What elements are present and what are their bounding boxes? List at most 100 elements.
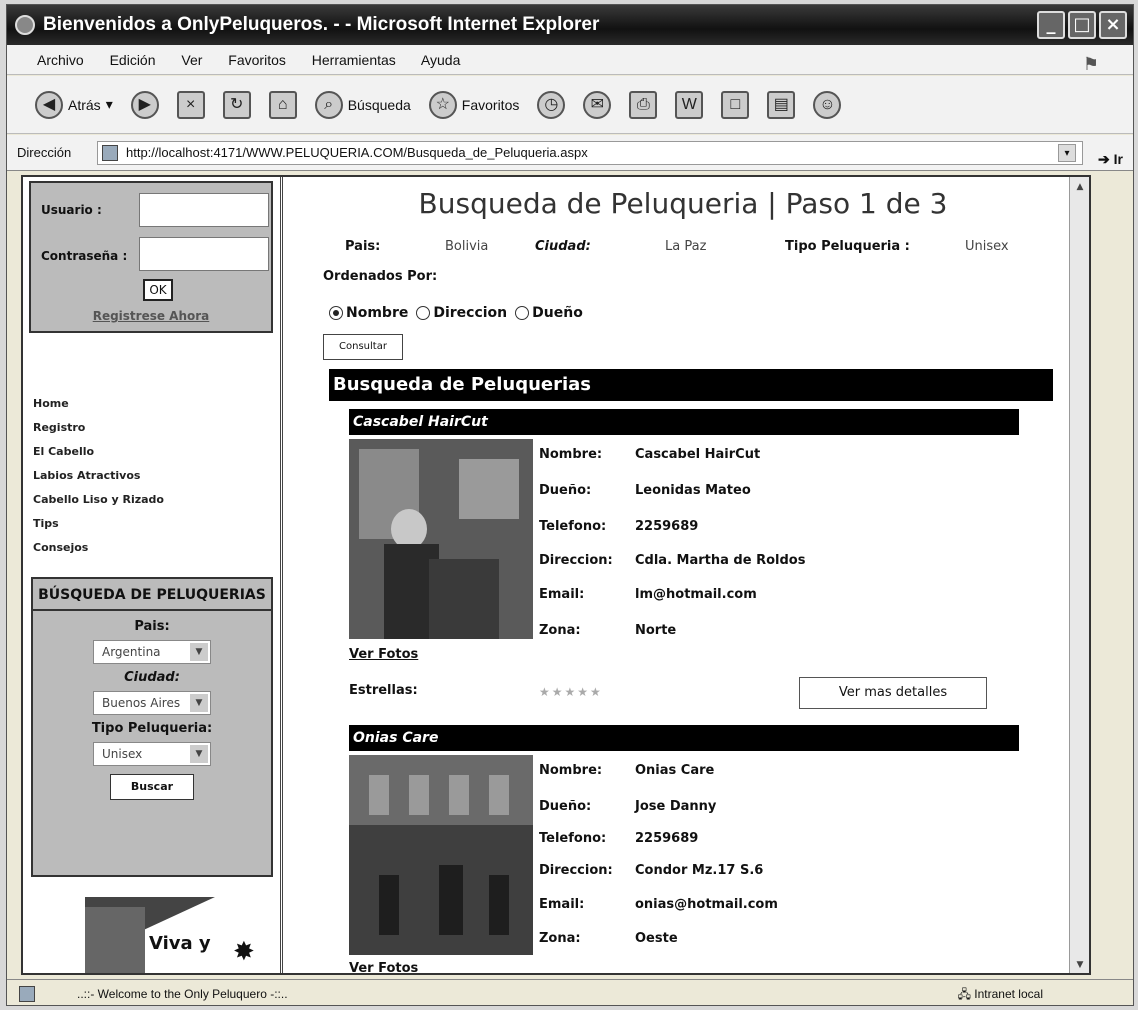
forward-button[interactable]: ▶ (130, 90, 159, 119)
stop-icon: × (176, 90, 205, 119)
nav-tips[interactable]: Tips (33, 512, 164, 536)
minimize-button[interactable]: _ (1037, 11, 1065, 39)
windows-flag-icon: ⚑ (1082, 54, 1099, 74)
nav-cabello-liso[interactable]: Cabello Liso y Rizado (33, 488, 164, 512)
menu-archivo[interactable]: Archivo (37, 52, 84, 68)
ver-mas-detalles-button[interactable]: Ver mas detalles (799, 677, 987, 709)
main-column: Busqueda de Peluqueria | Paso 1 de 3 Pai… (293, 177, 1073, 973)
forward-arrow-icon: ▶ (130, 90, 159, 119)
print-icon: ⎙ (629, 90, 658, 119)
sunburst-icon: ✸ (233, 937, 255, 967)
buscar-button[interactable]: Buscar (110, 774, 194, 800)
stars-label: Estrellas: (349, 683, 418, 698)
home-button[interactable]: ⌂ (268, 90, 297, 119)
address-dropdown[interactable]: ▾ (1058, 144, 1076, 162)
title-bar: Bienvenidos a OnlyPeluqueros. - - Micros… (7, 5, 1133, 45)
page-icon (19, 986, 35, 1002)
nav-consejos[interactable]: Consejos (33, 536, 164, 560)
side-nav: Home Registro El Cabello Labios Atractiv… (33, 392, 164, 560)
menu-edicion[interactable]: Edición (110, 52, 156, 68)
salon-email: onias@hotmail.com (635, 897, 778, 912)
messenger-button[interactable]: ☺ (813, 90, 842, 119)
salon-address: Condor Mz.17 S.6 (635, 863, 764, 878)
menu-favoritos[interactable]: Favoritos (228, 52, 286, 68)
salon-zone: Norte (635, 623, 677, 638)
radio-dueno[interactable]: Dueño (515, 305, 583, 321)
nav-home[interactable]: Home (33, 392, 164, 416)
order-label: Ordenados Por: (323, 269, 438, 284)
ad-banner[interactable]: Viva y ✸ (85, 897, 265, 973)
salon-photo (349, 439, 533, 639)
salon-phone: 2259689 (635, 831, 699, 846)
tipo-select[interactable]: Unisex ▼ (93, 742, 211, 766)
register-link[interactable]: Registrese Ahora (31, 309, 271, 323)
nav-el-cabello[interactable]: El Cabello (33, 440, 164, 464)
ver-fotos-link[interactable]: Ver Fotos (349, 647, 418, 662)
scroll-down-icon[interactable]: ▼ (1072, 957, 1088, 973)
result-title: Onias Care (349, 725, 1019, 751)
user-input[interactable] (139, 193, 269, 227)
chevron-down-icon: ▼ (190, 745, 208, 763)
go-button[interactable]: ➔ Ir (1098, 141, 1123, 177)
close-button[interactable]: × (1099, 11, 1127, 39)
ciudad-summary-label: Ciudad: (535, 239, 591, 254)
vertical-scrollbar[interactable]: ▲ ▼ (1069, 177, 1089, 973)
favorites-button[interactable]: ☆ Favoritos (428, 90, 519, 119)
pais-label: Pais: (134, 619, 170, 634)
history-icon: ◷ (537, 90, 566, 119)
pais-select[interactable]: Argentina ▼ (93, 640, 211, 664)
page-icon (102, 145, 118, 161)
search-button[interactable]: ⌕ Búsqueda (314, 90, 411, 119)
salon-phone: 2259689 (635, 519, 699, 534)
salon-photo (349, 755, 533, 955)
ok-button[interactable]: OK (143, 279, 173, 301)
print-button[interactable]: ⎙ (629, 90, 658, 119)
result-title: Cascabel HairCut (349, 409, 1019, 435)
menu-herramientas[interactable]: Herramientas (312, 52, 396, 68)
address-bar: Dirección http://localhost:4171/WWW.PELU… (7, 135, 1133, 171)
salon-address: Cdla. Martha de Roldos (635, 553, 806, 568)
star-icon: ☆ (428, 90, 457, 119)
chevron-down-icon: ▼ (190, 694, 208, 712)
page-content: Usuario : Contraseña : OK Registrese Aho… (21, 175, 1091, 975)
ver-fotos-link[interactable]: Ver Fotos (349, 961, 418, 973)
status-bar: ..::- Welcome to the Only Peluquero -::.… (7, 979, 1133, 1005)
history-button[interactable]: ◷ (537, 90, 566, 119)
research-icon: ▤ (767, 90, 796, 119)
security-zone: 🖧 Intranet local (957, 987, 1043, 1001)
tipo-summary-value: Unisex (965, 239, 1009, 254)
salon-email: lm@hotmail.com (635, 587, 757, 602)
star-rating[interactable]: ★★★★★ (539, 685, 603, 699)
consultar-button[interactable]: Consultar (323, 334, 403, 360)
stop-button[interactable]: × (176, 90, 205, 119)
radio-nombre[interactable]: Nombre (329, 305, 408, 321)
maximize-button[interactable]: □ (1068, 11, 1096, 39)
home-icon: ⌂ (268, 90, 297, 119)
nav-labios[interactable]: Labios Atractivos (33, 464, 164, 488)
refresh-button[interactable]: ↻ (222, 90, 251, 119)
salon-owner: Jose Danny (635, 799, 717, 814)
mail-icon: ✉ (583, 90, 612, 119)
salon-name: Onias Care (635, 763, 715, 778)
radio-direccion[interactable]: Direccion (416, 305, 507, 321)
browser-window: Bienvenidos a OnlyPeluqueros. - - Micros… (6, 4, 1134, 1006)
research-button[interactable]: ▤ (767, 90, 796, 119)
salon-zone: Oeste (635, 931, 678, 946)
ciudad-select[interactable]: Buenos Aires ▼ (93, 691, 211, 715)
back-button[interactable]: ◀ Atrás ▾ (35, 90, 113, 119)
nav-registro[interactable]: Registro (33, 416, 164, 440)
menu-ver[interactable]: Ver (181, 52, 202, 68)
mail-button[interactable]: ✉ (583, 90, 612, 119)
tipo-summary-label: Tipo Peluqueria : (785, 239, 910, 254)
ciudad-label: Ciudad: (124, 670, 180, 685)
scroll-up-icon[interactable]: ▲ (1072, 179, 1088, 195)
messenger-icon: ☺ (813, 90, 842, 119)
status-text: ..::- Welcome to the Only Peluquero -::.… (77, 987, 288, 1001)
address-input[interactable]: http://localhost:4171/WWW.PELUQUERIA.COM… (97, 141, 1083, 165)
menu-ayuda[interactable]: Ayuda (421, 52, 460, 68)
toolbar: ◀ Atrás ▾ ▶ × ↻ ⌂ ⌕ Búsqueda ☆ Favoritos ◷ … (7, 76, 1133, 134)
edit-button[interactable]: W (675, 90, 704, 119)
salon-owner: Leonidas Mateo (635, 483, 751, 498)
discuss-button[interactable]: □ (721, 90, 750, 119)
password-input[interactable] (139, 237, 269, 271)
